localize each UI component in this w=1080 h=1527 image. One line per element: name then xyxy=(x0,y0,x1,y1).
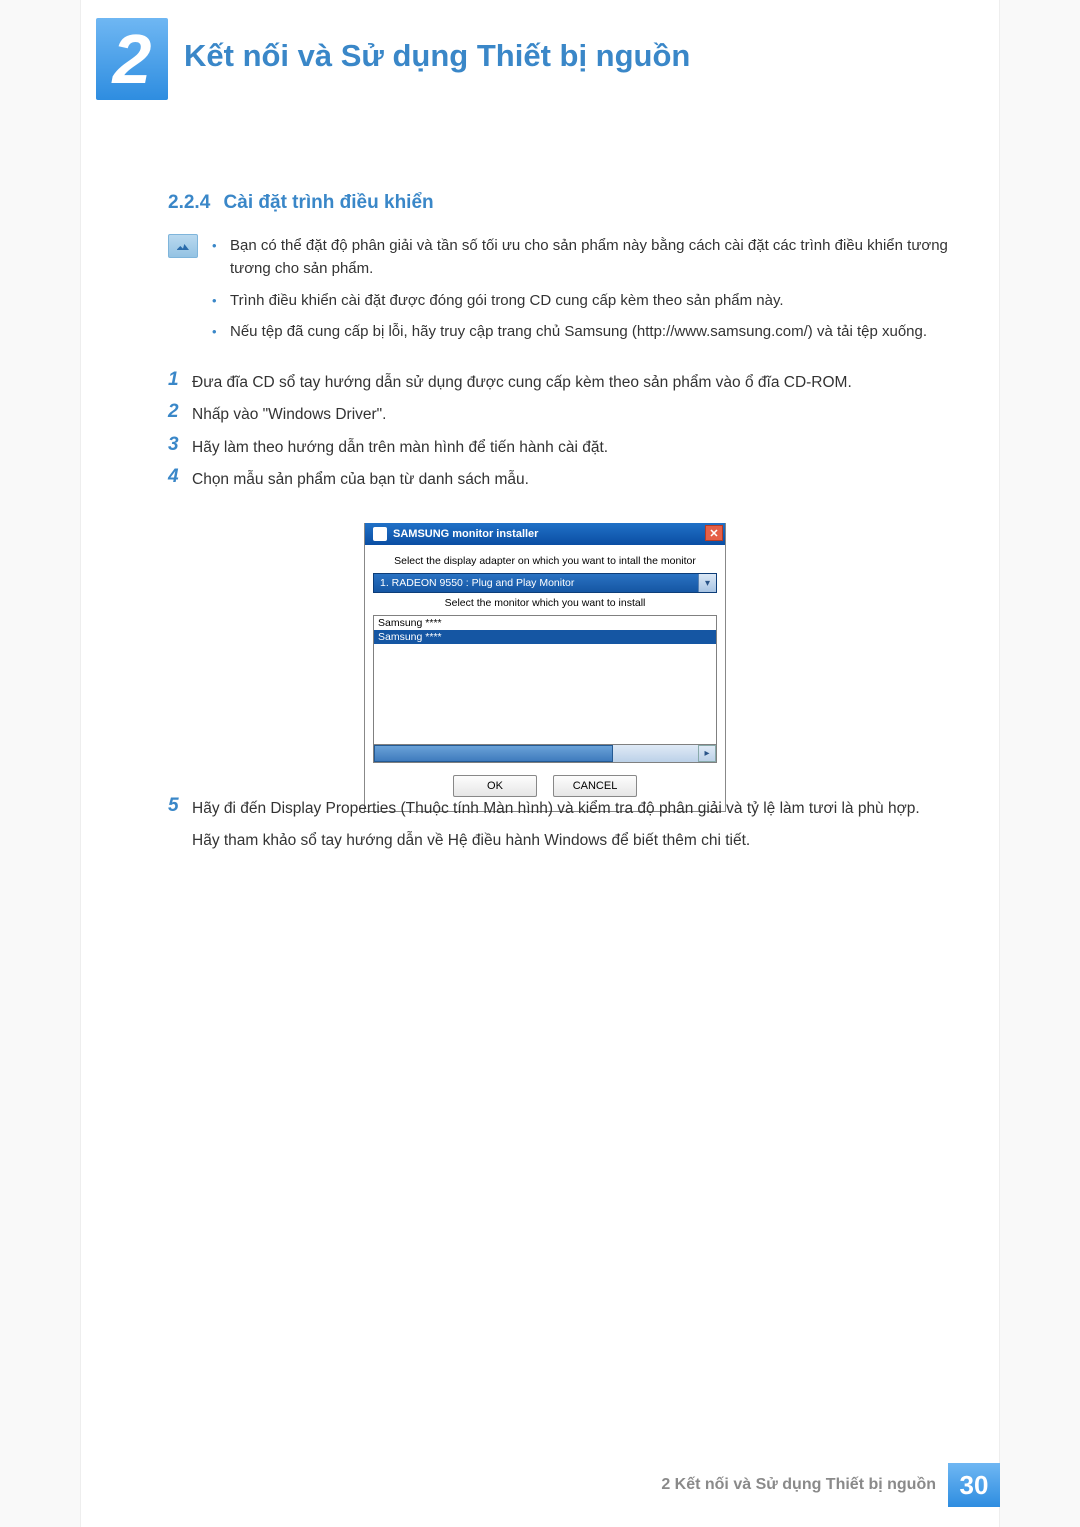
section-heading: 2.2.4 Cài đặt trình điều khiển xyxy=(168,192,434,214)
adapter-prompt: Select the display adapter on which you … xyxy=(373,555,717,567)
step-text: Hãy làm theo hướng dẫn trên màn hình để … xyxy=(192,435,976,459)
step-row: 5 Hãy đi đến Display Properties (Thuộc t… xyxy=(168,796,976,820)
step-row: 4 Chọn mẫu sản phẩm của bạn từ danh sách… xyxy=(168,467,976,491)
step-row: 3 Hãy làm theo hướng dẫn trên màn hình đ… xyxy=(168,435,976,459)
list-item[interactable]: Samsung **** xyxy=(374,630,716,644)
note-item: • Trình điều khiển cài đặt được đóng gói… xyxy=(212,289,976,312)
step-text: Nhấp vào "Windows Driver". xyxy=(192,402,976,426)
installer-dialog: SAMSUNG monitor installer ✕ Select the d… xyxy=(364,523,726,812)
ok-button[interactable]: OK xyxy=(453,775,537,797)
steps-list: 1 Đưa đĩa CD sổ tay hướng dẫn sử dụng đư… xyxy=(168,370,976,836)
step-number: 4 xyxy=(168,467,192,488)
note-item: • Nếu tệp đã cung cấp bị lỗi, hãy truy c… xyxy=(212,320,976,343)
step-number: 3 xyxy=(168,435,192,456)
chevron-down-icon[interactable]: ▾ xyxy=(698,574,716,592)
bullet-icon: • xyxy=(212,320,230,342)
app-icon xyxy=(373,527,387,541)
step-text: Hãy tham khảo sổ tay hướng dẫn về Hệ điề… xyxy=(192,828,976,852)
footer-page-number: 30 xyxy=(948,1463,1000,1507)
dialog-body: Select the display adapter on which you … xyxy=(365,545,725,811)
scroll-right-icon[interactable]: ▸ xyxy=(698,745,716,762)
note-text: Nếu tệp đã cung cấp bị lỗi, hãy truy cập… xyxy=(230,320,976,343)
chapter-number-badge: 2 xyxy=(96,18,168,100)
note-item: • Bạn có thể đặt độ phân giải và tần số … xyxy=(212,234,976,281)
step-row: Hãy tham khảo sổ tay hướng dẫn về Hệ điề… xyxy=(168,828,976,852)
step-number: 1 xyxy=(168,370,192,391)
step-text: Đưa đĩa CD sổ tay hướng dẫn sử dụng được… xyxy=(192,370,976,394)
note-icon xyxy=(168,234,198,258)
dialog-title-text: SAMSUNG monitor installer xyxy=(393,528,538,540)
adapter-combobox[interactable]: 1. RADEON 9550 : Plug and Play Monitor ▾ xyxy=(373,573,717,593)
page-footer: 2 Kết nối và Sử dụng Thiết bị nguồn 30 xyxy=(80,1463,1000,1507)
adapter-selected-text: 1. RADEON 9550 : Plug and Play Monitor xyxy=(380,577,574,589)
note-block: • Bạn có thể đặt độ phân giải và tần số … xyxy=(168,234,976,351)
horizontal-scrollbar[interactable]: ◂ ▸ xyxy=(373,745,717,763)
monitor-listbox[interactable]: Samsung **** Samsung **** xyxy=(373,615,717,745)
note-text: Trình điều khiển cài đặt được đóng gói t… xyxy=(230,289,976,312)
step-number: 2 xyxy=(168,402,192,423)
installer-dialog-figure: SAMSUNG monitor installer ✕ Select the d… xyxy=(364,523,976,812)
step-text: Chọn mẫu sản phẩm của bạn từ danh sách m… xyxy=(192,467,976,491)
step-row: 1 Đưa đĩa CD sổ tay hướng dẫn sử dụng đư… xyxy=(168,370,976,394)
dialog-titlebar: SAMSUNG monitor installer ✕ xyxy=(365,523,725,545)
scroll-thumb[interactable] xyxy=(374,745,613,762)
post-steps: 5 Hãy đi đến Display Properties (Thuộc t… xyxy=(168,796,976,861)
section-number: 2.2.4 xyxy=(168,192,210,213)
bullet-icon: • xyxy=(212,289,230,311)
footer-chapter-text: 2 Kết nối và Sử dụng Thiết bị nguồn xyxy=(661,1476,936,1494)
note-text: Bạn có thể đặt độ phân giải và tần số tố… xyxy=(230,234,976,281)
section-title: Cài đặt trình điều khiển xyxy=(224,192,434,213)
close-icon[interactable]: ✕ xyxy=(705,525,723,541)
note-list: • Bạn có thể đặt độ phân giải và tần số … xyxy=(212,234,976,351)
bullet-icon: • xyxy=(212,234,230,256)
step-number: 5 xyxy=(168,796,192,817)
list-item[interactable]: Samsung **** xyxy=(374,616,716,630)
cancel-button[interactable]: CANCEL xyxy=(553,775,637,797)
step-text: Hãy đi đến Display Properties (Thuộc tín… xyxy=(192,796,976,820)
step-row: 2 Nhấp vào "Windows Driver". xyxy=(168,402,976,426)
chapter-title: Kết nối và Sử dụng Thiết bị nguồn xyxy=(184,38,690,74)
monitor-prompt: Select the monitor which you want to ins… xyxy=(373,597,717,609)
